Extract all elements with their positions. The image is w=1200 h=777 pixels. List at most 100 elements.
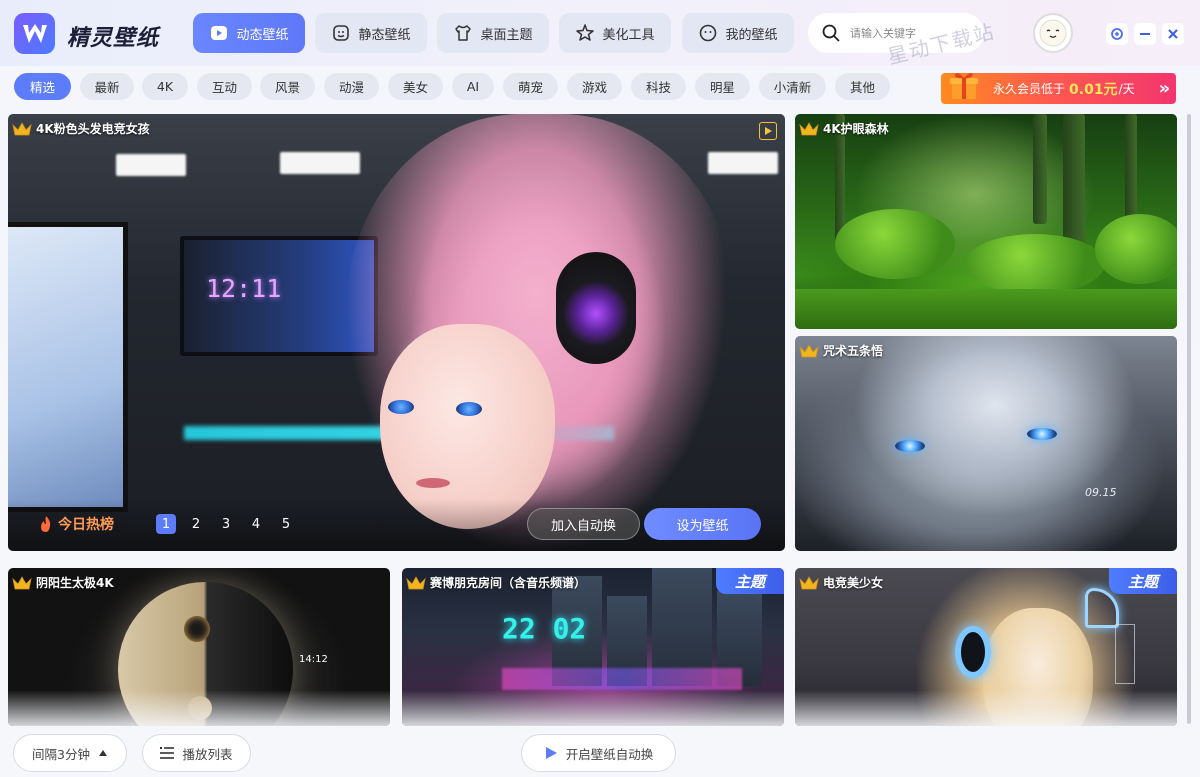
playlist-label: 播放列表 [182,746,233,762]
pager-page-2[interactable]: 2 [186,514,206,534]
app-logo-icon [14,13,55,54]
wallpaper-card-esports-girl[interactable]: 主题 电竞美少女 [795,568,1177,726]
card-title: 赛博朋克房间（含音乐频谱） [406,574,586,591]
category-featured[interactable]: 精选 [14,73,71,100]
interval-dropdown[interactable]: 间隔3分钟 [13,734,127,772]
search-input[interactable] [850,26,970,40]
card-title-text: 4K护眼森林 [823,122,889,136]
wallpaper-card-cyberpunk[interactable]: 22 02 主题 赛博朋克房间（含音乐频谱） [402,568,784,726]
nav-static-wallpaper[interactable]: 静态壁纸 [315,13,427,53]
card-title: 咒术五条悟 [799,342,883,359]
smile-icon [700,24,717,42]
magic-star-icon [576,24,595,41]
playlist-button[interactable]: 播放列表 [142,734,251,772]
crown-icon [799,121,819,135]
settings-button[interactable] [1106,23,1128,45]
vip-unit: /天 [1118,82,1135,96]
search-bar [808,13,984,53]
fire-icon [41,516,51,532]
card-title-text: 电竞美少女 [823,576,884,590]
wallpaper-card-gojo[interactable]: 09.15 咒术五条悟 [795,336,1177,551]
pager-page-3[interactable]: 3 [216,514,236,534]
search-icon[interactable] [822,24,840,42]
avatar-face-icon [1039,19,1067,47]
nav-label: 动态壁纸 [236,27,289,43]
category-fresh[interactable]: 小清新 [759,73,826,100]
nav-label: 桌面主题 [480,27,533,43]
theme-badge: 主题 [716,568,784,594]
add-auto-switch-button[interactable]: 加入自动换 [527,508,640,540]
clock-overlay-text: 14:12 [299,654,328,665]
minimize-icon [1140,33,1150,35]
pager-page-1[interactable]: 1 [156,514,176,534]
nav-desktop-theme[interactable]: 桌面主题 [437,13,549,53]
nav-my-wallpaper[interactable]: 我的壁纸 [682,13,794,53]
minimize-button[interactable] [1134,23,1156,45]
theme-badge: 主题 [1109,568,1177,594]
category-latest[interactable]: 最新 [80,73,134,100]
category-scenery[interactable]: 风景 [260,73,315,100]
neon-clock-text: 22 02 [502,612,587,645]
nav-beautify-tools[interactable]: 美化工具 [559,13,671,53]
start-auto-switch-button[interactable]: 开启壁纸自动换 [521,734,676,772]
list-icon [160,747,175,759]
hero-clock-text: 12:11 [206,274,282,303]
auto-switch-label: 开启壁纸自动换 [565,746,654,762]
category-pets[interactable]: 萌宠 [503,73,558,100]
caret-up-icon [98,750,107,756]
interval-label: 间隔3分钟 [32,746,90,762]
card-title-text: 赛博朋克房间（含音乐频谱） [430,576,587,590]
card-title: 阴阳生太极4K [12,574,114,591]
app-name: 精灵壁纸 [67,26,160,51]
nav-dynamic-wallpaper[interactable]: 动态壁纸 [193,13,305,53]
close-icon [1168,29,1178,39]
hot-list-text: 今日热榜 [58,517,114,533]
title-bar: 精灵壁纸 动态壁纸 静态壁纸 桌面主题 美化工具 我的壁纸 星动下载站 [0,0,1200,69]
video-wallpaper-icon [759,122,777,140]
card-title-text: 咒术五条悟 [823,344,884,358]
category-ai[interactable]: AI [452,73,494,100]
category-tech[interactable]: 科技 [631,73,686,100]
nav-label: 静态壁纸 [358,27,411,43]
category-interactive[interactable]: 互动 [197,73,252,100]
crown-icon [799,343,819,357]
category-stars[interactable]: 明星 [695,73,750,100]
set-wallpaper-button[interactable]: 设为壁纸 [644,508,761,540]
card-title: 4K护眼森林 [799,120,889,137]
tshirt-icon [455,25,472,41]
gift-box-icon [950,73,978,99]
card-title-text: 阴阳生太极4K [36,576,114,590]
vip-arrow-icon: » [1158,78,1171,99]
nav-label: 美化工具 [602,27,655,43]
nav-label: 我的壁纸 [725,27,778,43]
settings-icon [1111,28,1123,40]
play-badge-icon [211,26,228,40]
pager-page-4[interactable]: 4 [246,514,266,534]
category-4k[interactable]: 4K [142,73,188,100]
category-beauty[interactable]: 美女 [388,73,443,100]
clock-overlay-text: 09.15 [1085,486,1117,499]
wallpaper-card-forest[interactable]: 4K护眼森林 [795,114,1177,329]
image-face-icon [333,25,350,41]
hero-title: 4K粉色头发电竞女孩 [36,122,150,136]
wallpaper-card-yinyang[interactable]: 14:12 阴阳生太极4K [8,568,390,726]
close-button[interactable] [1162,23,1184,45]
category-other[interactable]: 其他 [835,73,890,100]
pager-page-5[interactable]: 5 [276,514,296,534]
play-icon [545,747,557,759]
category-games[interactable]: 游戏 [567,73,622,100]
hot-list-label[interactable]: 今日热榜 [38,514,114,534]
category-anime[interactable]: 动漫 [324,73,379,100]
vip-promo-banner[interactable]: 永久会员低于 0.01元 /天 » [941,73,1176,104]
card-title: 电竞美少女 [799,574,883,591]
crown-icon [12,121,32,135]
vip-price: 0.01元 [1069,81,1118,98]
card-title: 4K粉色头发电竞女孩 [12,120,150,137]
scrollbar-thumb[interactable] [1187,114,1191,724]
avatar[interactable] [1033,13,1073,53]
crown-icon [12,575,32,589]
hero-wallpaper-card[interactable]: 12:11 4K粉色头发电竞女孩 今日热榜 1 2 3 4 5 加入自动换 设为… [8,114,785,551]
vip-text: 永久会员低于 [993,82,1066,96]
crown-icon [799,575,819,589]
crown-icon [406,575,426,589]
